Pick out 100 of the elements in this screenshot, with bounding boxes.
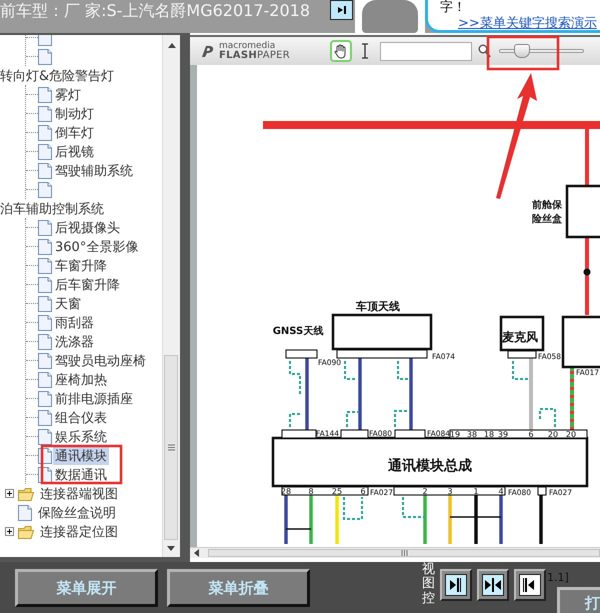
tree-item[interactable]: 洗涤器 [53, 332, 96, 350]
tree-item[interactable]: 倒车灯 [53, 124, 96, 142]
hand-tool-button[interactable] [330, 40, 352, 62]
view-button[interactable] [477, 569, 509, 601]
tree-item[interactable]: 组合仪表 [53, 408, 109, 426]
tree-item[interactable]: 车窗升降 [53, 256, 109, 274]
connector-box [508, 350, 536, 358]
tree-item[interactable]: 雨刮器 [53, 314, 96, 332]
pin-number: 6 [360, 487, 366, 496]
tree-item[interactable]: 前排电源插座 [53, 390, 135, 408]
junction-dot [584, 268, 590, 276]
shield-line [394, 410, 408, 427]
tree-item[interactable]: 后视镜 [53, 142, 96, 160]
tree-item[interactable]: 娱乐系统 [53, 428, 109, 446]
tree-group-label[interactable]: 泊车辅助控制系统 [0, 200, 104, 218]
document-icon [38, 48, 52, 64]
document-icon [38, 428, 52, 444]
document-icon [38, 334, 52, 350]
document-icon [38, 276, 52, 292]
bubble-text: 字！ [440, 0, 467, 16]
shield-line [539, 408, 556, 429]
shield-line [289, 413, 300, 427]
tree-item[interactable]: 后视摄像头 [53, 218, 122, 236]
expand-icon[interactable] [5, 527, 14, 536]
document-icon [38, 314, 52, 330]
pin-number: 38 [466, 430, 478, 439]
pin-number: 4 [498, 487, 504, 496]
shield-line [343, 497, 363, 520]
wire [305, 358, 309, 430]
component-label: 车顶天线 [356, 300, 400, 313]
folder-icon [18, 524, 34, 538]
component-label: 前舱保 [532, 200, 562, 211]
tree-item[interactable]: 驾驶员电动座椅 [53, 352, 148, 370]
document-icon [38, 238, 52, 254]
tree-group-label[interactable]: 转向灯&危险警告灯 [0, 66, 114, 84]
component-label: 麦克风 [502, 330, 538, 344]
hand-icon [334, 44, 348, 58]
logo-text: macromedia [219, 42, 276, 51]
logo-icon [200, 44, 216, 58]
document-icon [38, 144, 52, 160]
document-icon [38, 106, 52, 122]
tree-item[interactable]: 360°全景影像 [53, 238, 140, 256]
pin-number: 8 [308, 487, 314, 496]
component-label: 险丝盒 [532, 214, 562, 225]
expand-icon[interactable] [5, 489, 14, 498]
scroll-down-icon [167, 546, 176, 551]
page-indicator: 1.1] [547, 571, 569, 586]
demo-link[interactable]: >>菜单关键字搜索演示 [458, 16, 597, 31]
document-icon [38, 390, 52, 406]
grip-icon [400, 550, 408, 556]
shield-line [397, 361, 410, 380]
zoom-slider[interactable] [499, 44, 584, 58]
document-icon [38, 296, 52, 312]
tree-item[interactable]: 驾驶辅助系统 [53, 162, 135, 180]
tree-item[interactable]: 制动灯 [53, 104, 96, 122]
logo-text: FLASHPAPER [219, 51, 290, 60]
tree-item[interactable]: 连接器端视图 [38, 484, 120, 502]
tree-item[interactable]: 通讯模块 [53, 446, 109, 464]
view-button[interactable] [440, 569, 472, 601]
tree-item[interactable]: 雾灯 [53, 86, 83, 104]
nav-button[interactable] [330, 0, 353, 20]
shield-line [402, 497, 425, 518]
document-icon [38, 220, 52, 236]
pin-number: 3 [447, 487, 453, 496]
view-button[interactable] [514, 569, 546, 601]
mascot-placeholder [362, 0, 418, 33]
connector-box [538, 486, 546, 496]
tree-item[interactable]: 连接器定位图 [38, 522, 120, 540]
arrow-bar-icon [336, 5, 346, 15]
component-label: 通讯模块总成 [388, 458, 472, 474]
connector-box [340, 430, 368, 438]
component-label: GNSS天线 [272, 326, 324, 337]
wire [539, 495, 543, 544]
shield-line [512, 361, 530, 380]
scrollbar-thumb[interactable] [208, 549, 600, 557]
scroll-left-icon [194, 549, 199, 557]
document-icon [38, 352, 52, 368]
tree-item[interactable]: 天窗 [53, 294, 83, 312]
document-icon [38, 86, 52, 102]
tree-item[interactable]: 保险丝盒说明 [36, 504, 118, 522]
pin-number: 6 [528, 430, 534, 439]
tree-item[interactable]: 座椅加热 [53, 370, 109, 388]
document-icon [38, 258, 52, 274]
pin-number: 2 [422, 487, 428, 496]
tree-item[interactable]: 后车窗升降 [53, 276, 122, 294]
pin-number: 18 [484, 430, 494, 439]
search-field[interactable] [380, 42, 472, 60]
grip-icon [168, 444, 175, 451]
document-icon [38, 410, 52, 426]
connector-box [394, 430, 426, 438]
pin-number: 25 [332, 487, 342, 496]
text-select-icon [361, 43, 370, 59]
document-icon [38, 182, 52, 198]
pin-number: 1 [473, 487, 479, 496]
shield-line [289, 361, 301, 394]
pin-number: 39 [498, 430, 508, 439]
slider-thumb[interactable] [514, 44, 530, 58]
scrollbar-thumb[interactable] [164, 355, 178, 540]
tree-item[interactable]: 数据通讯 [53, 466, 109, 484]
wire [358, 358, 362, 430]
